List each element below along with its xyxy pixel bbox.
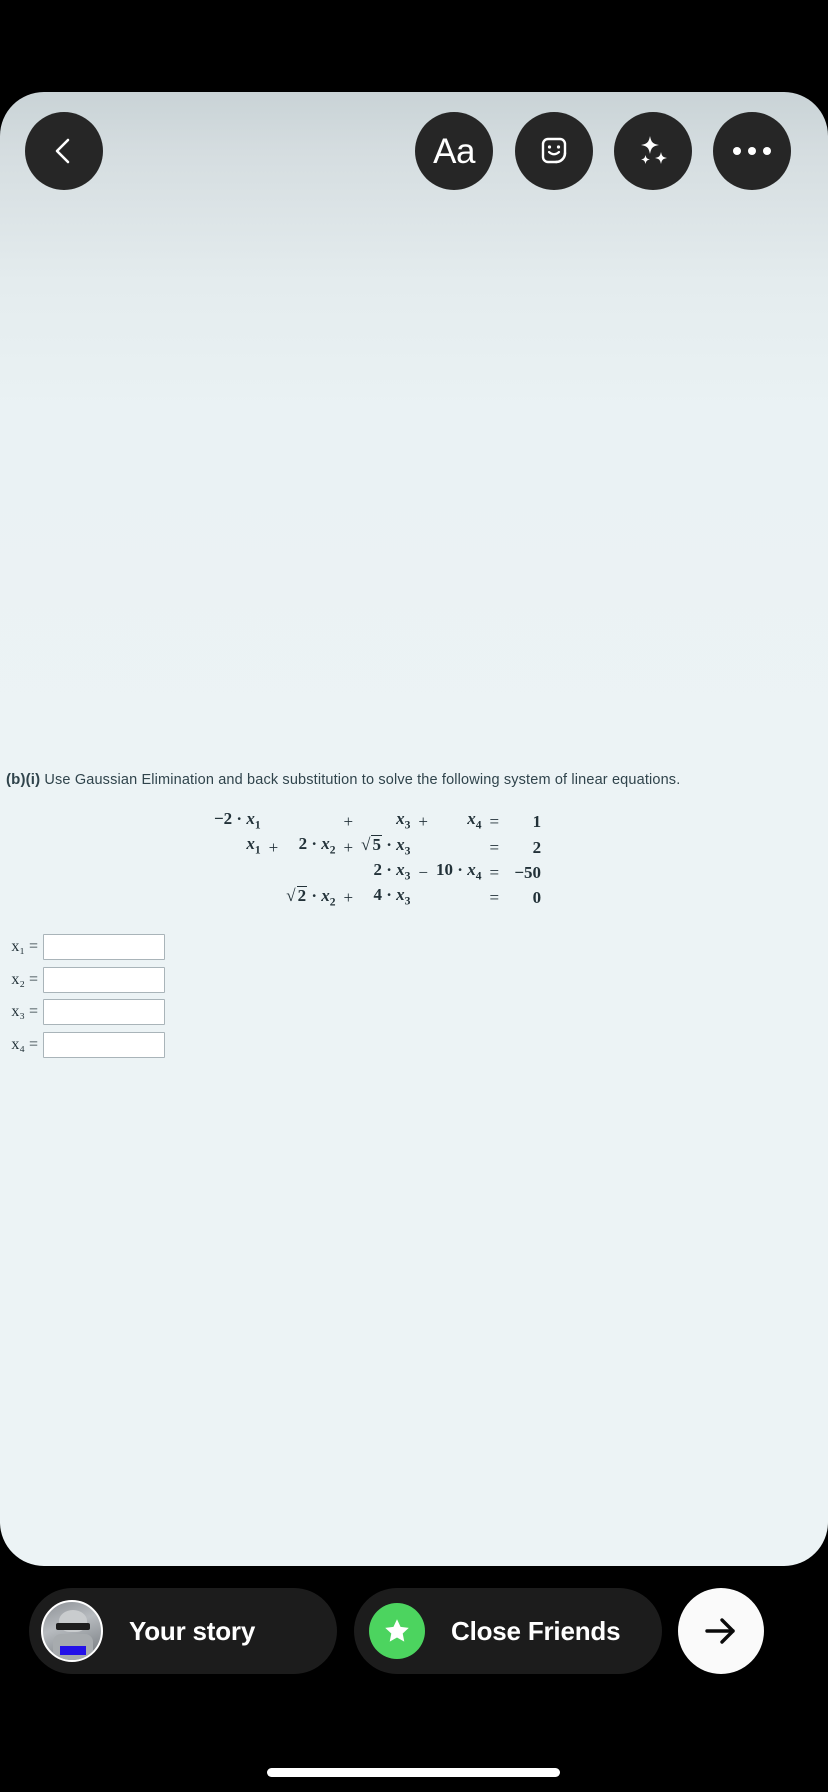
eq3-relation: = (489, 862, 500, 882)
eq2-op2: + (343, 837, 354, 857)
eq2-rhs: 2 (532, 837, 542, 857)
story-card: (b)(i) Use Gaussian Elimination and back… (0, 92, 828, 1566)
eq4-op1 (265, 886, 283, 912)
equation-system: −2 · x1 + x3 + x4 = 1 x1 + 2 · x2 + √ 5 … (210, 809, 545, 912)
eq4-term3: 4 · x3 (373, 885, 411, 908)
home-indicator (267, 1768, 560, 1777)
equation-row: x1 + 2 · x2 + √ 5 · x3 = 2 (210, 835, 545, 861)
question-text: Use Gaussian Elimination and back substi… (44, 772, 681, 788)
answer-input-x1[interactable] (43, 934, 165, 960)
eq1-rhs: 1 (532, 812, 542, 832)
equation-row: √ 2 · x2 + 4 · x3 = 0 (210, 885, 545, 912)
eq4-term1 (210, 886, 265, 912)
answer-row-x2: x₂ = (4, 966, 304, 993)
eq1-op1 (265, 810, 283, 835)
eq1-term2 (282, 810, 339, 835)
eq4-rhs: 0 (532, 888, 542, 908)
worksheet-content: (b)(i) Use Gaussian Elimination and back… (0, 92, 828, 1566)
story-editor-toolbar: Aa (0, 92, 828, 232)
eq2-term1: x1 (246, 834, 261, 857)
close-friends-badge (369, 1603, 425, 1659)
effects-button[interactable] (614, 112, 692, 190)
eq1-op2: + (343, 812, 354, 832)
eq3-rhs: −50 (514, 862, 542, 882)
answer-label-x4: x₄ = (11, 1035, 38, 1053)
eq4-op3 (414, 886, 432, 912)
close-friends-button[interactable]: Close Friends (354, 1588, 662, 1674)
your-story-label: Your story (129, 1615, 256, 1646)
answer-input-x2[interactable] (43, 966, 165, 993)
question-line: (b)(i) Use Gaussian Elimination and back… (6, 771, 680, 788)
answer-row-x3: x₃ = (4, 999, 304, 1025)
answer-label-x3: x₃ = (11, 1003, 38, 1020)
question-number-label: (b)(i) (6, 771, 41, 788)
eq4-op2: + (343, 888, 354, 908)
eq4-term4 (432, 886, 485, 912)
sticker-smiley-icon (541, 137, 567, 164)
your-story-button[interactable]: Your story (29, 1588, 337, 1674)
eq4-term2: √ 2 · x2 (286, 885, 336, 909)
answer-input-x3[interactable] (43, 999, 165, 1025)
equation-row: −2 · x1 + x3 + x4 = 1 (210, 809, 545, 835)
equation-row: 2 · x3 − 10 · x4 = −50 (210, 859, 545, 886)
more-options-button[interactable] (713, 112, 791, 190)
eq1-term4: x4 (467, 809, 482, 832)
sticker-button[interactable] (515, 112, 593, 190)
chevron-left-icon (55, 138, 70, 164)
eq2-op3 (414, 835, 432, 861)
ellipsis-icon (733, 147, 771, 155)
text-tool-label: Aa (433, 131, 475, 171)
text-tool-button[interactable]: Aa (415, 112, 493, 190)
arrow-right-icon (705, 1618, 735, 1644)
answer-row-x1: x₁ = (4, 934, 304, 960)
answer-input-x4[interactable] (43, 1031, 165, 1058)
send-next-button[interactable] (678, 1588, 764, 1674)
eq3-term4: 10 · x4 (436, 859, 482, 883)
share-destination-bar: Your story Close Friends (0, 1588, 828, 1684)
close-friends-label: Close Friends (451, 1615, 621, 1646)
eq3-op1 (265, 861, 283, 886)
back-button[interactable] (25, 112, 103, 190)
answer-field-list: x₁ = x₂ = x₃ = x₄ = (4, 934, 304, 1064)
sparkles-icon (641, 136, 667, 164)
answer-label-x1: x₁ = (11, 938, 38, 955)
eq2-term2: 2 · x2 (298, 834, 336, 857)
eq1-term1: −2 · x1 (214, 809, 261, 832)
eq1-op3: + (418, 812, 429, 832)
user-avatar (41, 1600, 103, 1662)
eq2-term4 (432, 835, 485, 861)
eq2-op1: + (268, 837, 279, 857)
eq3-term2 (282, 861, 339, 886)
answer-label-x2: x₂ = (11, 970, 38, 988)
eq3-op3: − (418, 862, 429, 882)
eq3-op2 (340, 861, 358, 886)
eq1-term3: x3 (396, 809, 411, 832)
eq3-term1 (210, 861, 265, 886)
eq3-term3: 2 · x3 (373, 859, 411, 883)
eq2-relation: = (489, 837, 500, 857)
eq4-relation: = (489, 888, 500, 908)
star-icon (385, 1619, 409, 1642)
equation-table: −2 · x1 + x3 + x4 = 1 x1 + 2 · x2 + √ 5 … (210, 809, 545, 912)
eq2-term3: √ 5 · x3 (361, 834, 411, 858)
eq1-relation: = (489, 812, 500, 832)
answer-row-x4: x₄ = (4, 1031, 304, 1058)
